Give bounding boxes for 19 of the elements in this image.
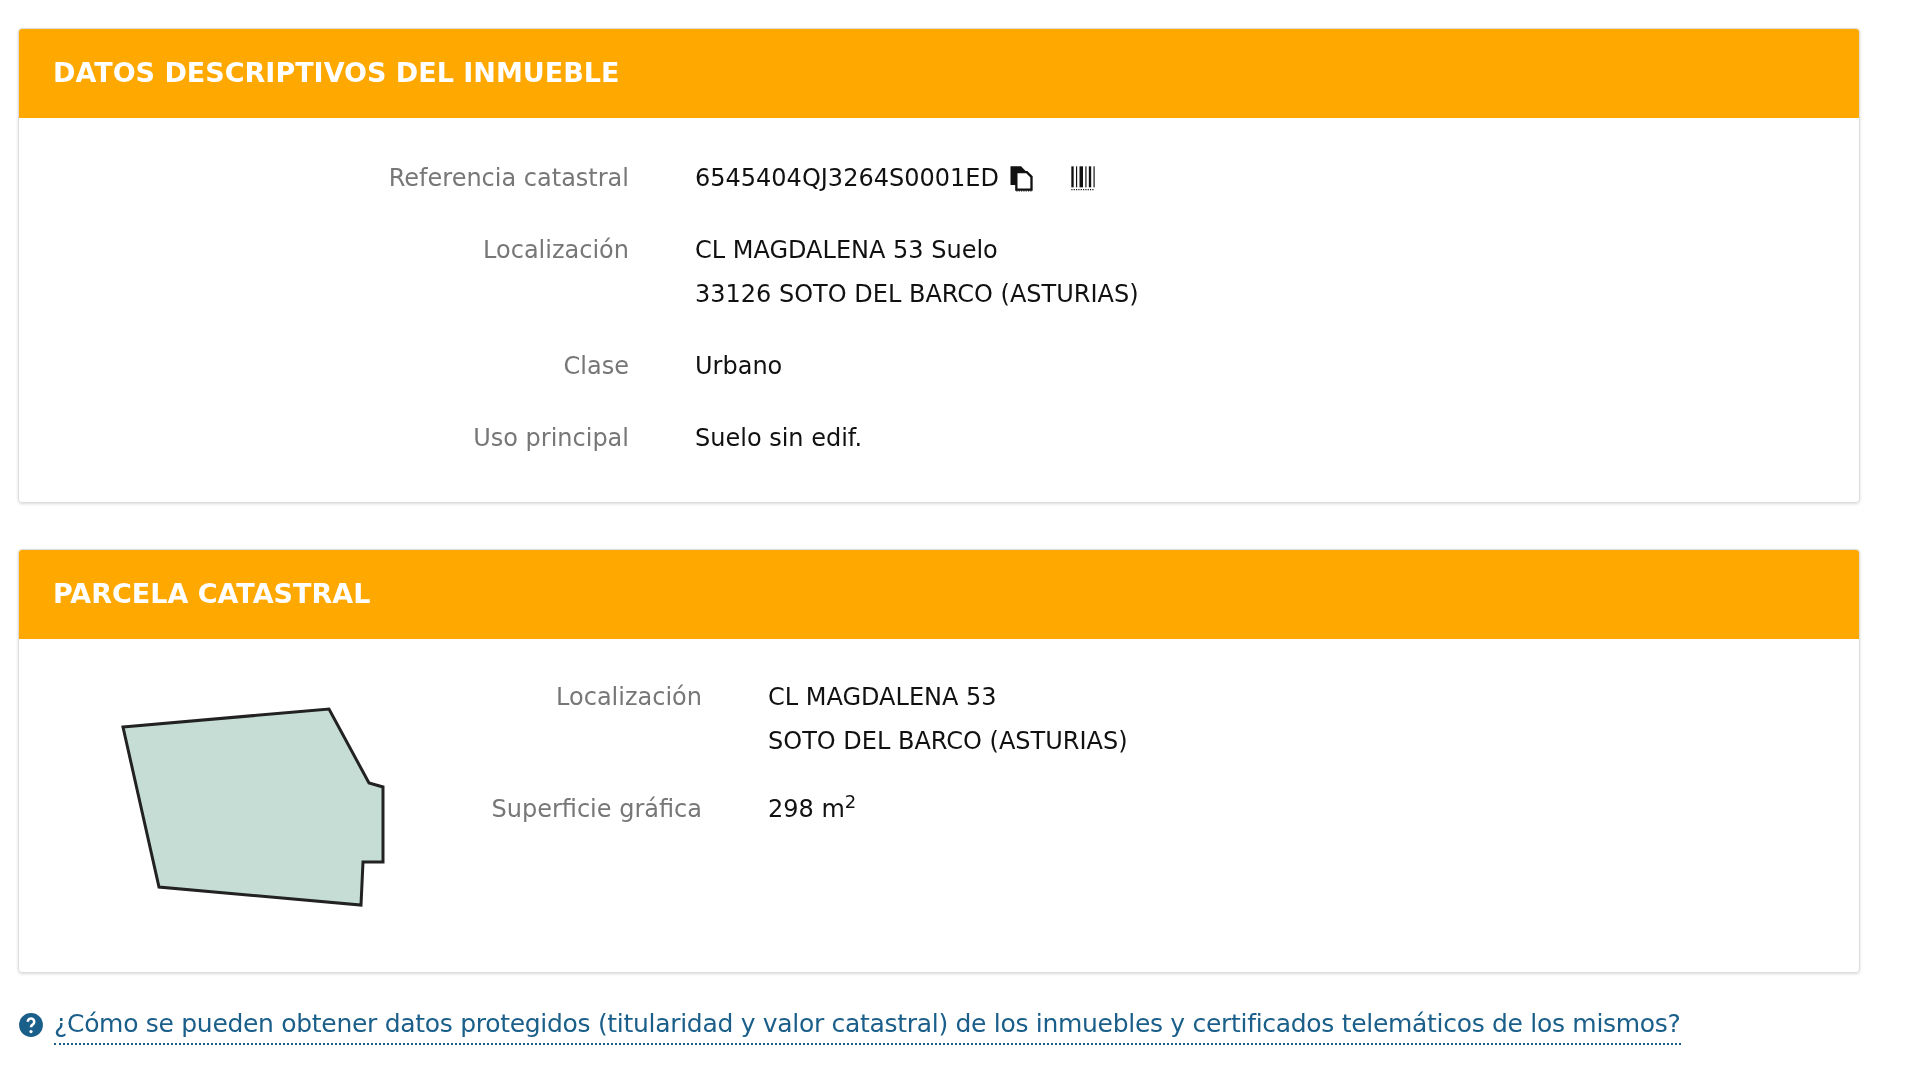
field-label: Referencia catastral [387, 163, 630, 194]
field-value: Suelo sin edif. [695, 423, 863, 454]
field-label: Localización [555, 682, 703, 713]
field-label: Localización [482, 235, 630, 266]
field-label: Uso principal [472, 423, 630, 454]
panel-title: PARCELA CATASTRAL [53, 577, 371, 612]
field-label: Superficie gráfica [490, 794, 703, 825]
panel-title: DATOS DESCRIPTIVOS DEL INMUEBLE [53, 56, 620, 91]
field-value: 33126 SOTO DEL BARCO (ASTURIAS) [695, 279, 1139, 310]
field-label: Clase [562, 351, 630, 382]
field-value: 298 m$^{2}$ [768, 791, 857, 825]
field-value: CL MAGDALENA 53 Suelo [695, 235, 998, 266]
help-link[interactable]: ¿Cómo se pueden obtener datos protegidos (titularidad y valor catastral) de los inmuebles y certificados telemáticos de los mismos? [54, 1005, 1681, 1045]
help-icon [18, 1011, 44, 1038]
field-value: Urbano [695, 351, 783, 382]
field-value: CL MAGDALENA 53 [768, 682, 997, 713]
field-value: 6545404QJ3264S0001ED [695, 163, 999, 194]
barcode-icon[interactable] [1068, 164, 1097, 192]
field-value: SOTO DEL BARCO (ASTURIAS) [768, 726, 1128, 757]
